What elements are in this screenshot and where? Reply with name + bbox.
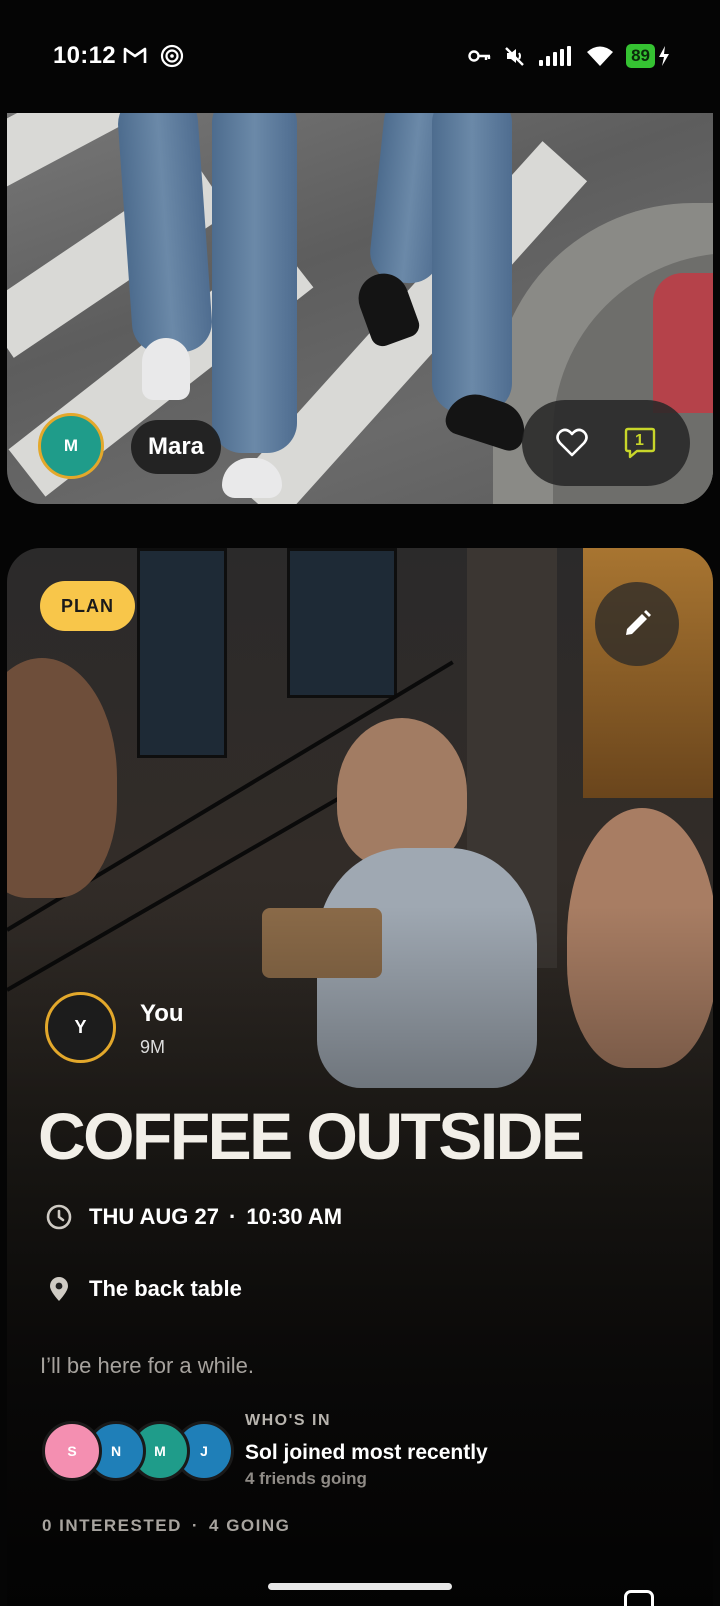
comment-button[interactable]: 1: [623, 426, 657, 460]
pencil-icon: [626, 610, 651, 635]
whos-in-headline: Sol joined most recently: [245, 1441, 488, 1464]
plan-badge: PLAN: [40, 581, 135, 631]
battery-icon: 89: [626, 44, 670, 68]
plan-time: 10:30 AM: [246, 1204, 343, 1229]
plan-title: COFFEE OUTSIDE: [38, 1099, 585, 1173]
clock-icon: [46, 1204, 72, 1230]
tactile-paving: [653, 273, 713, 413]
gmail-icon: [123, 47, 147, 63]
plan-note: I’ll be here for a while.: [40, 1353, 254, 1378]
heart-icon[interactable]: [555, 428, 588, 458]
crosswalk-stripe: [7, 113, 134, 190]
battery-level: 89: [626, 44, 655, 68]
interested-count[interactable]: 0 INTERESTED: [42, 1516, 182, 1536]
mute-icon: [505, 47, 524, 66]
signal-icon: [539, 46, 572, 66]
charging-icon: [659, 46, 669, 66]
partial-icon: [624, 1590, 654, 1606]
leg: [432, 113, 512, 413]
whos-in-subtext: 4 friends going: [245, 1469, 367, 1488]
created-ago: 9M: [140, 1037, 166, 1057]
plan-date: THU AUG 27: [89, 1204, 219, 1229]
attendee-avatar[interactable]: S: [42, 1421, 102, 1481]
plan-datetime: THU AUG 27 · 10:30 AM: [45, 1203, 342, 1231]
edit-button[interactable]: [595, 582, 679, 666]
separator-dot: ·: [191, 1516, 200, 1535]
vpn-key-icon: [468, 50, 491, 62]
creator-avatar[interactable]: Y: [45, 992, 116, 1063]
author-name[interactable]: Mara: [131, 420, 222, 474]
going-count[interactable]: 4 GOING: [209, 1516, 290, 1536]
person: [337, 718, 467, 868]
status-bar: 10:12 89: [0, 0, 720, 112]
rsvp-counts: 0 INTERESTED · 4 GOING: [42, 1516, 290, 1536]
comment-count: 1: [635, 432, 644, 449]
creator-name[interactable]: You: [140, 1000, 184, 1028]
window: [287, 548, 397, 698]
image-shade: [7, 906, 713, 1606]
hotspot-icon: [160, 44, 184, 68]
home-indicator[interactable]: [268, 1583, 452, 1590]
sneaker: [142, 338, 190, 400]
separator-dot: ·: [228, 1204, 237, 1229]
location-name: The back table: [89, 1276, 242, 1301]
person: [7, 658, 117, 898]
plan-location[interactable]: The back table: [45, 1275, 242, 1303]
whos-in-label: WHO'S IN: [245, 1412, 332, 1429]
location-pin-icon: [50, 1277, 68, 1301]
post-actions: 1: [522, 400, 690, 486]
status-time: 10:12: [53, 42, 116, 69]
window: [137, 548, 227, 758]
wifi-icon: [587, 46, 614, 66]
author-avatar[interactable]: M: [38, 413, 104, 479]
leg: [116, 113, 214, 356]
leg: [212, 113, 297, 453]
